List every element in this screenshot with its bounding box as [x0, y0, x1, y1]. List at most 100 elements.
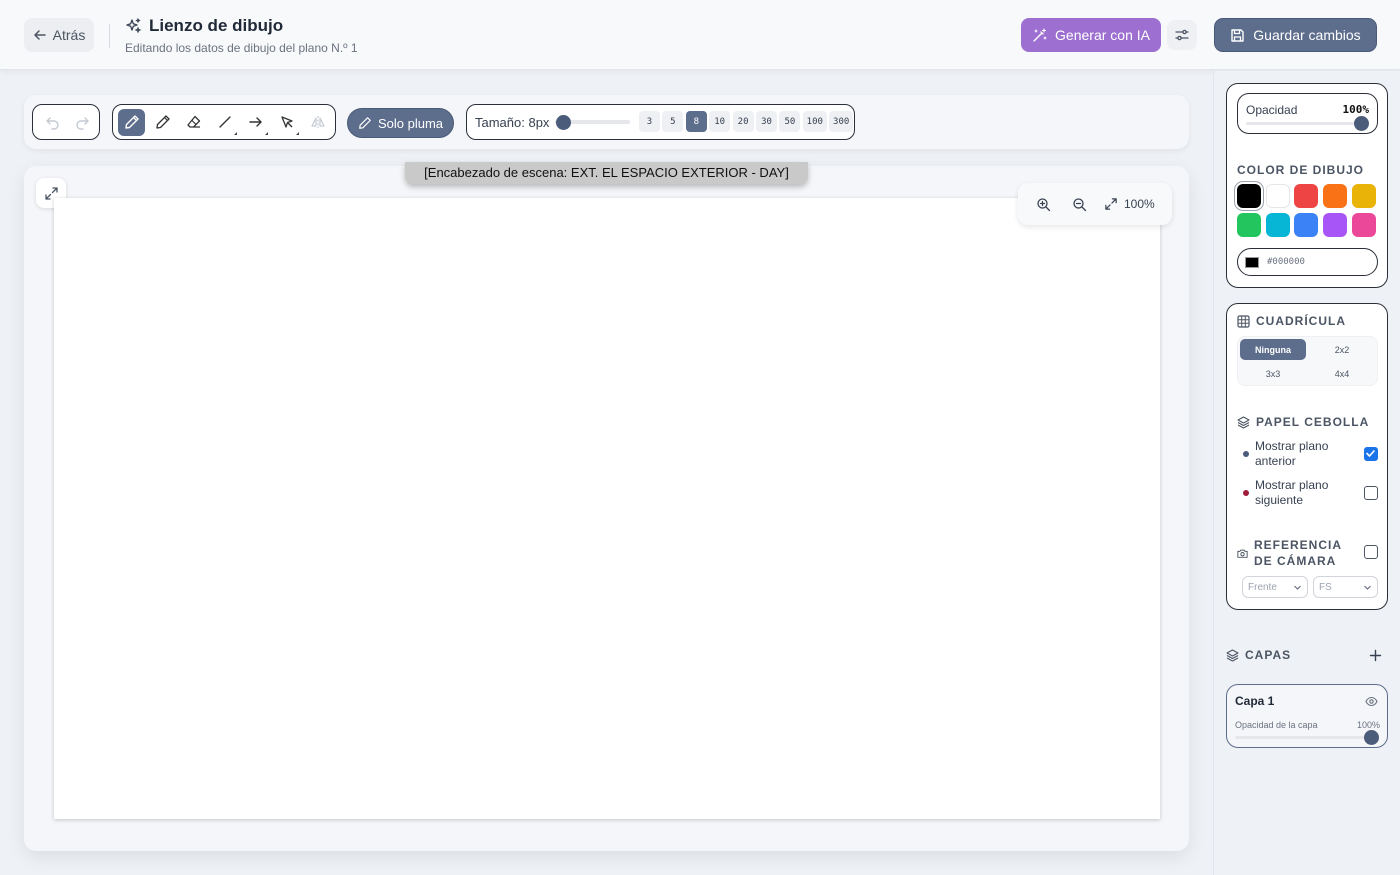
previous-frame-color-dot — [1243, 451, 1249, 457]
show-previous-frame-label: Mostrar plano anterior — [1255, 439, 1329, 468]
opacity-value: 100% — [1342, 103, 1370, 116]
brush-size-slider-thumb[interactable] — [556, 115, 572, 130]
camera-angle-select[interactable]: Frente — [1242, 576, 1308, 598]
layers-section-title: CAPAS — [1226, 648, 1291, 662]
color-swatch[interactable] — [1265, 184, 1290, 208]
save-changes-label: Guardar cambios — [1253, 27, 1361, 43]
show-next-frame-label: Mostrar plano siguiente — [1255, 478, 1329, 507]
color-swatch[interactable] — [1323, 213, 1348, 237]
submenu-corner-icon — [296, 131, 299, 135]
layer-opacity-slider-track[interactable] — [1235, 736, 1372, 739]
undo-button[interactable] — [37, 108, 67, 136]
layer-opacity-value: 100% — [1356, 720, 1380, 730]
line-tool-button[interactable] — [211, 109, 238, 136]
opacity-slider-track[interactable] — [1246, 122, 1367, 125]
size-preset-30[interactable]: 30 — [756, 111, 777, 132]
grid-option-3x3[interactable]: 3x3 — [1240, 363, 1306, 384]
layer-opacity-slider-thumb[interactable] — [1364, 730, 1379, 745]
grid-option-none[interactable]: Ninguna — [1240, 339, 1306, 360]
grid-section-label: CUADRÍCULA — [1256, 314, 1346, 328]
grid-option-4x4[interactable]: 4x4 — [1309, 363, 1375, 384]
color-swatch[interactable] — [1237, 213, 1261, 237]
expand-icon — [1105, 198, 1117, 210]
size-preset-5[interactable]: 5 — [662, 111, 684, 132]
app-header: Atrás Lienzo de dibujo Editando los dato… — [0, 0, 1400, 70]
sliders-icon — [1175, 29, 1189, 41]
size-preset-20[interactable]: 20 — [732, 111, 754, 132]
color-swatch[interactable] — [1323, 184, 1348, 208]
zoom-in-icon — [1036, 197, 1050, 211]
size-preset-8[interactable]: 8 — [685, 111, 707, 132]
pencil-tool-button[interactable] — [149, 109, 176, 136]
save-changes-button[interactable]: Guardar cambios — [1214, 18, 1377, 52]
size-preset-300[interactable]: 300 — [829, 111, 854, 132]
select-tool-button[interactable] — [273, 109, 300, 136]
add-layer-button[interactable] — [1364, 644, 1386, 666]
size-preset-100[interactable]: 100 — [802, 111, 827, 132]
eye-icon[interactable] — [1365, 695, 1378, 708]
chevron-down-icon — [1294, 585, 1301, 590]
generate-ai-button[interactable]: Generar con IA — [1021, 18, 1161, 52]
layers-icon — [1226, 648, 1239, 662]
zoom-in-button[interactable] — [1030, 191, 1056, 217]
undo-icon — [45, 116, 59, 130]
camera-shot-value: FS — [1319, 581, 1332, 593]
layer-item[interactable]: Capa 1 Opacidad de la capa 100% — [1226, 684, 1388, 748]
magic-wand-icon — [1033, 27, 1047, 42]
pen-only-toggle[interactable]: Solo pluma — [347, 108, 454, 138]
color-swatch[interactable] — [1294, 184, 1319, 208]
settings-toggle-button[interactable] — [1167, 20, 1197, 50]
camera-reference-checkbox[interactable] — [1364, 545, 1378, 559]
onion-skin-section-label: PAPEL CEBOLLA — [1256, 415, 1370, 429]
scene-heading-label: [Encabezado de escena: EXT. EL ESPACIO E… — [405, 162, 808, 184]
camera-shot-select[interactable]: FS — [1313, 576, 1378, 598]
pen-only-label: Solo pluma — [377, 115, 444, 131]
zoom-controls: 100% — [1018, 183, 1172, 225]
arrow-tool-button[interactable] — [242, 109, 269, 136]
back-button[interactable]: Atrás — [24, 18, 94, 52]
pencil-icon — [155, 115, 170, 129]
drawing-canvas[interactable] — [54, 198, 1160, 819]
grid-icon — [1237, 314, 1250, 328]
grid-option-2x2[interactable]: 2x2 — [1309, 339, 1375, 360]
page-title: Lienzo de dibujo — [149, 16, 284, 35]
save-icon — [1231, 28, 1244, 42]
size-preset-50[interactable]: 50 — [779, 111, 801, 132]
pen-icon — [124, 115, 139, 129]
opacity-slider-thumb[interactable] — [1354, 116, 1369, 131]
eraser-tool-button[interactable] — [180, 109, 207, 136]
hex-color-input[interactable]: #000000 — [1237, 248, 1378, 276]
grid-options: Ninguna 2x2 3x3 4x4 — [1237, 336, 1378, 386]
redo-icon — [75, 116, 89, 130]
back-label: Atrás — [52, 27, 86, 43]
mirror-icon — [310, 116, 325, 128]
color-swatch[interactable] — [1265, 213, 1290, 237]
submenu-corner-icon — [234, 131, 237, 135]
size-preset-10[interactable]: 10 — [709, 111, 731, 132]
fit-to-screen-button[interactable]: 100% — [1104, 197, 1155, 211]
color-swatch[interactable] — [1351, 184, 1376, 208]
color-swatch[interactable] — [1351, 213, 1376, 237]
page-subtitle: Editando los datos de dibujo del plano N… — [125, 41, 358, 55]
history-group — [32, 104, 100, 140]
zoom-out-button[interactable] — [1066, 191, 1092, 217]
chevron-down-icon — [1364, 585, 1371, 590]
arrow-left-icon — [33, 30, 46, 40]
color-swatch[interactable] — [1294, 213, 1319, 237]
zoom-out-icon — [1072, 197, 1086, 211]
submenu-corner-icon — [265, 131, 268, 135]
generate-ai-label: Generar con IA — [1055, 27, 1150, 43]
plus-icon — [1369, 649, 1381, 661]
arrow-right-icon — [248, 117, 262, 127]
next-frame-color-dot — [1243, 490, 1249, 496]
show-next-frame-checkbox[interactable] — [1364, 486, 1378, 500]
camera-icon — [1237, 549, 1248, 558]
color-swatch[interactable] — [1237, 184, 1261, 208]
pen-tool-button[interactable] — [118, 108, 145, 136]
show-previous-frame-checkbox[interactable] — [1364, 447, 1378, 461]
size-preset-3[interactable]: 3 — [639, 111, 660, 132]
onion-skin-section-title: PAPEL CEBOLLA — [1237, 415, 1369, 429]
layers-icon — [1237, 415, 1250, 429]
redo-button[interactable] — [67, 108, 97, 136]
mirror-tool-button[interactable] — [304, 109, 331, 136]
